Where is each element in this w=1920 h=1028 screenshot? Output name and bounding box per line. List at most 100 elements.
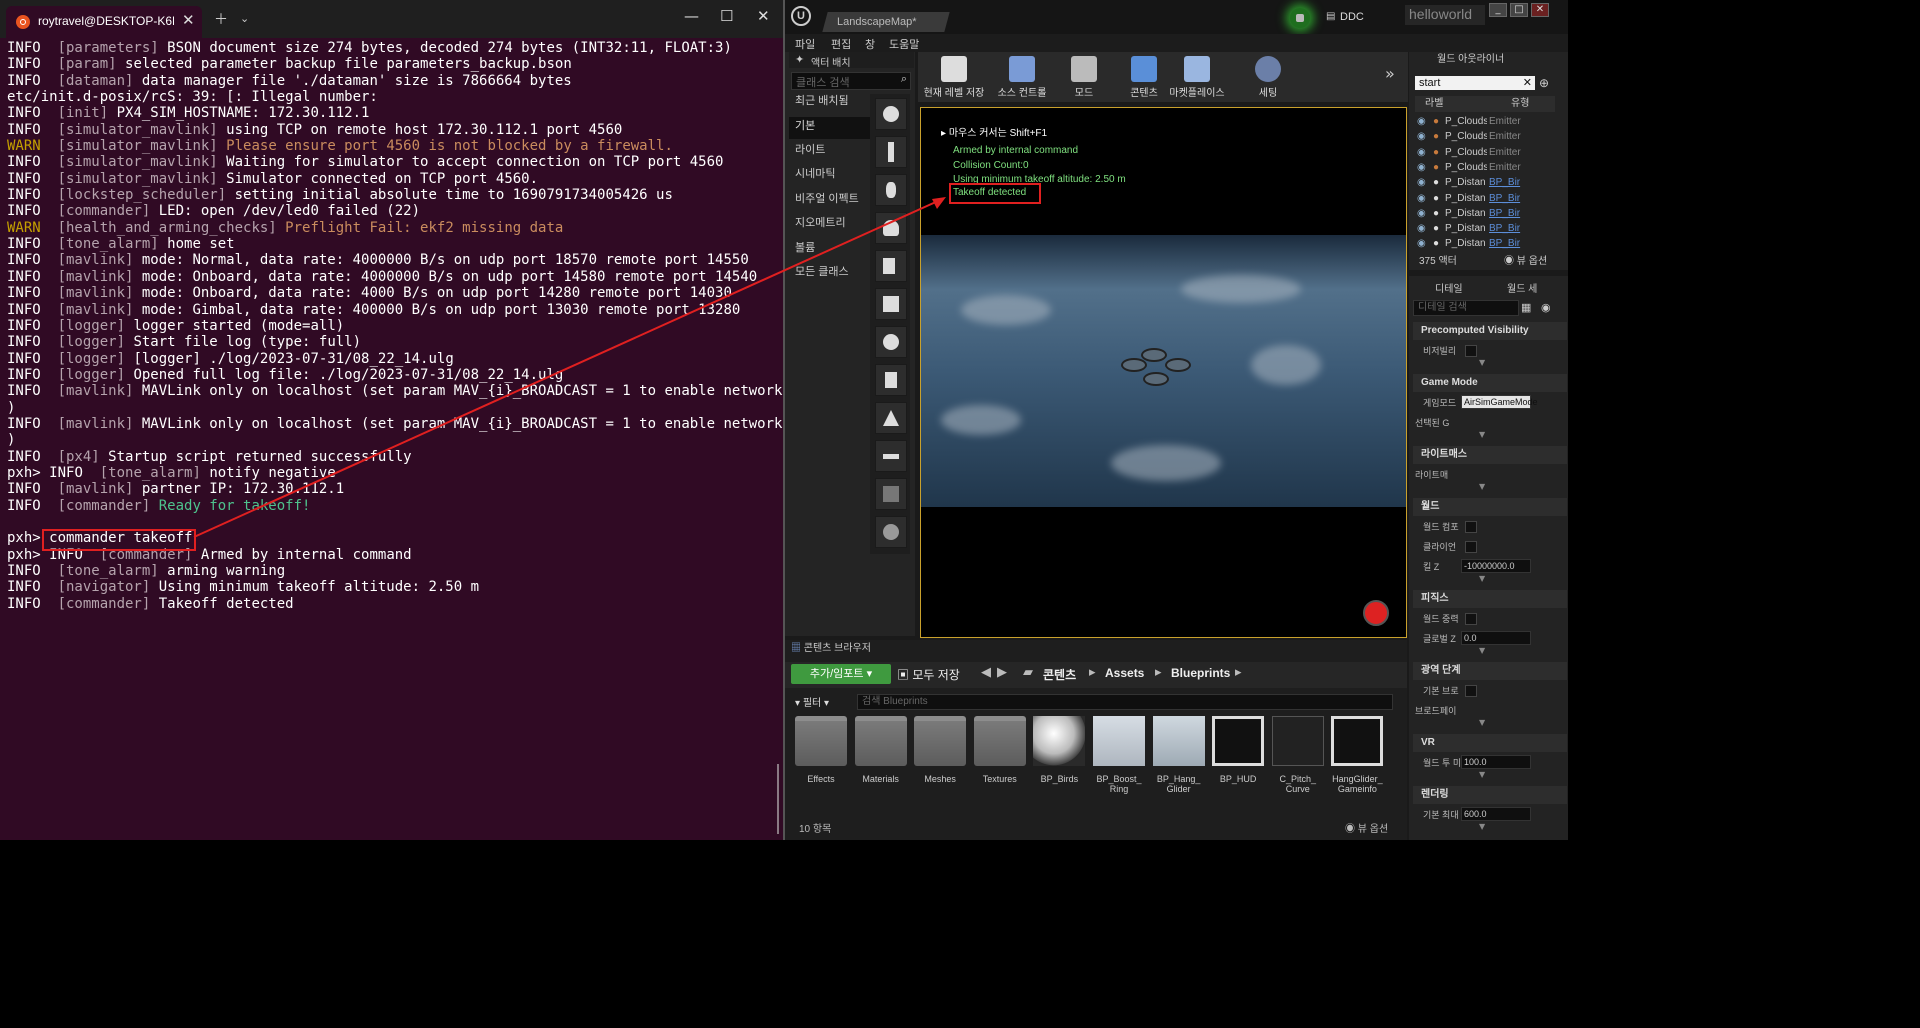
place-actors-tab[interactable]: ✦ 액터 배치 (789, 52, 914, 69)
actor-sphere[interactable] (875, 326, 907, 358)
source-control-button[interactable]: 소스 컨트롤 (990, 56, 1054, 100)
category-volumes[interactable]: 볼륨 (789, 239, 877, 261)
menu-window[interactable]: 창 (865, 36, 875, 52)
actor-plane[interactable] (875, 440, 907, 472)
property-field[interactable]: 600.0 (1461, 807, 1531, 821)
property-checkbox[interactable] (1465, 685, 1477, 697)
minimize-icon[interactable]: — (684, 7, 699, 25)
details-search-input[interactable]: 디테일 검색 (1413, 300, 1519, 316)
toolbar-expand-icon[interactable]: » (1385, 64, 1395, 83)
actor-cylinder[interactable] (875, 364, 907, 396)
grid-view-icon[interactable]: ▦ (1521, 301, 1531, 314)
record-icon[interactable] (1363, 600, 1389, 626)
save-all-button[interactable]: ▣ 모두 저장 (897, 666, 960, 683)
menu-file[interactable]: 파일 (795, 36, 815, 52)
asset-tile[interactable]: BP_Birds (1033, 716, 1086, 806)
visibility-eye-icon[interactable]: ◉ (1417, 175, 1426, 190)
forward-arrow-icon[interactable]: ▶ (997, 665, 1007, 680)
actor-player-start[interactable] (875, 250, 907, 282)
visibility-eye-icon[interactable]: ◉ (1417, 145, 1426, 160)
expand-chevron-icon[interactable]: ▼ (1479, 358, 1485, 367)
source-control-icon[interactable] (1290, 8, 1310, 28)
outliner-row[interactable]: ◉ ● P_Clouds Emitter (1417, 160, 1557, 175)
category-all-classes[interactable]: 모든 클래스 (789, 263, 877, 285)
outliner-row[interactable]: ◉ ● P_Distan BP_Bir (1417, 191, 1557, 206)
visibility-eye-icon[interactable]: ◉ (1417, 191, 1426, 206)
menu-help[interactable]: 도움말 (889, 36, 919, 52)
actor-box-trigger[interactable] (875, 478, 907, 510)
actor-type[interactable]: BP_Bir (1489, 236, 1520, 251)
asset-tile[interactable]: HangGlider_ Gameinfo (1331, 716, 1384, 806)
ue-close-icon[interactable]: ✕ (1531, 3, 1549, 17)
breadcrumb-assets[interactable]: Assets (1105, 666, 1144, 680)
outliner-row[interactable]: ◉ ● P_Distan BP_Bir (1417, 236, 1557, 251)
ddc-label[interactable]: DDC (1340, 11, 1364, 23)
actor-empty-actor[interactable] (875, 98, 907, 130)
outliner-row[interactable]: ◉ ● P_Clouds Emitter (1417, 114, 1557, 129)
details-tab[interactable]: 디테일 (1435, 280, 1463, 295)
settings-button[interactable]: 세팅 (1248, 56, 1288, 100)
close-window-icon[interactable]: ✕ (757, 7, 770, 25)
class-search-input[interactable]: 클래스 검색 ⌕ (791, 72, 911, 90)
asset-tile[interactable]: BP_HUD (1212, 716, 1265, 806)
asset-tile[interactable]: Meshes (914, 716, 967, 806)
expand-chevron-icon[interactable]: ▼ (1479, 770, 1485, 779)
content-button[interactable]: 콘텐츠 (1124, 56, 1164, 100)
breadcrumb-content[interactable]: 콘텐츠 (1043, 666, 1076, 683)
category-recent[interactable]: 최근 배치됨 (789, 92, 877, 114)
modes-button[interactable]: 모드 (1064, 56, 1104, 100)
add-import-button[interactable]: 추가/임포트 ▾ (791, 664, 891, 684)
actor-type[interactable]: BP_Bir (1489, 175, 1520, 190)
outliner-row[interactable]: ◉ ● P_Clouds Emitter (1417, 129, 1557, 144)
save-level-button[interactable]: 현재 레벨 저장 (922, 56, 986, 100)
clear-icon[interactable]: ✕ (1523, 76, 1532, 90)
category-basic[interactable]: 기본 (789, 117, 877, 139)
expand-chevron-icon[interactable]: ▼ (1479, 822, 1485, 831)
content-browser-tab[interactable]: ▦ 콘텐츠 브라우저 (791, 640, 881, 658)
level-tab[interactable]: LandscapeMap* (822, 12, 950, 32)
property-field[interactable]: -10000000.0 (1461, 559, 1531, 573)
outliner-row[interactable]: ◉ ● P_Clouds Emitter (1417, 145, 1557, 160)
actor-empty-character[interactable] (875, 136, 907, 168)
filter-button[interactable]: ▾ 필터 ▾ (795, 694, 829, 709)
details-section-header[interactable]: 광역 단계 (1413, 662, 1567, 680)
actor-type[interactable]: BP_Bir (1489, 221, 1520, 236)
column-type[interactable]: 유형 (1511, 96, 1529, 112)
breadcrumb-blueprints[interactable]: Blueprints (1171, 666, 1230, 680)
actor-type[interactable]: BP_Bir (1489, 191, 1520, 206)
actor-type[interactable]: BP_Bir (1489, 206, 1520, 221)
asset-tile[interactable]: Textures (973, 716, 1026, 806)
asset-tile[interactable]: BP_Hang_ Glider (1152, 716, 1205, 806)
category-geometry[interactable]: 지오메트리 (789, 214, 877, 236)
world-settings-tab[interactable]: 월드 세 (1507, 280, 1537, 295)
asset-tile[interactable]: Materials (854, 716, 907, 806)
property-field[interactable]: 100.0 (1461, 755, 1531, 769)
category-visual-effects[interactable]: 비주얼 이펙트 (789, 190, 877, 212)
terminal-output[interactable]: INFO [parameters] BSON document size 274… (7, 40, 782, 612)
property-checkbox[interactable] (1465, 521, 1477, 533)
marketplace-button[interactable]: 마켓플레이스 (1166, 56, 1228, 100)
maximize-icon[interactable]: ☐ (720, 7, 733, 25)
outliner-row[interactable]: ◉ ● P_Distan BP_Bir (1417, 175, 1557, 190)
world-outliner-tab[interactable]: 월드 아웃라이너 (1409, 52, 1596, 68)
expand-chevron-icon[interactable]: ▼ (1479, 646, 1485, 655)
actor-sphere-trigger[interactable] (875, 516, 907, 548)
visibility-eye-icon[interactable]: ◉ (1417, 129, 1426, 144)
details-section-header[interactable]: Precomputed Visibility (1413, 322, 1567, 340)
actor-cube[interactable] (875, 288, 907, 320)
column-label[interactable]: 라벨 (1425, 96, 1443, 112)
ue-maximize-icon[interactable]: □ (1510, 3, 1528, 17)
new-tab-icon[interactable]: ＋ (214, 9, 228, 29)
chevron-down-icon[interactable]: ⌄ (240, 12, 249, 25)
expand-chevron-icon[interactable]: ▼ (1479, 718, 1485, 727)
visibility-eye-icon[interactable]: ◉ (1417, 114, 1426, 129)
outliner-row[interactable]: ◉ ● P_Distan BP_Bir (1417, 206, 1557, 221)
asset-tile[interactable]: Effects (795, 716, 847, 806)
visibility-eye-icon[interactable]: ◉ (1417, 206, 1426, 221)
details-section-header[interactable]: VR (1413, 734, 1567, 752)
actor-cone[interactable] (875, 402, 907, 434)
close-tab-icon[interactable]: ✕ (182, 11, 195, 29)
property-checkbox[interactable] (1465, 541, 1477, 553)
add-actor-icon[interactable]: ⊕ (1539, 76, 1549, 90)
outliner-row[interactable]: ◉ ● P_Distan BP_Bir (1417, 221, 1557, 236)
